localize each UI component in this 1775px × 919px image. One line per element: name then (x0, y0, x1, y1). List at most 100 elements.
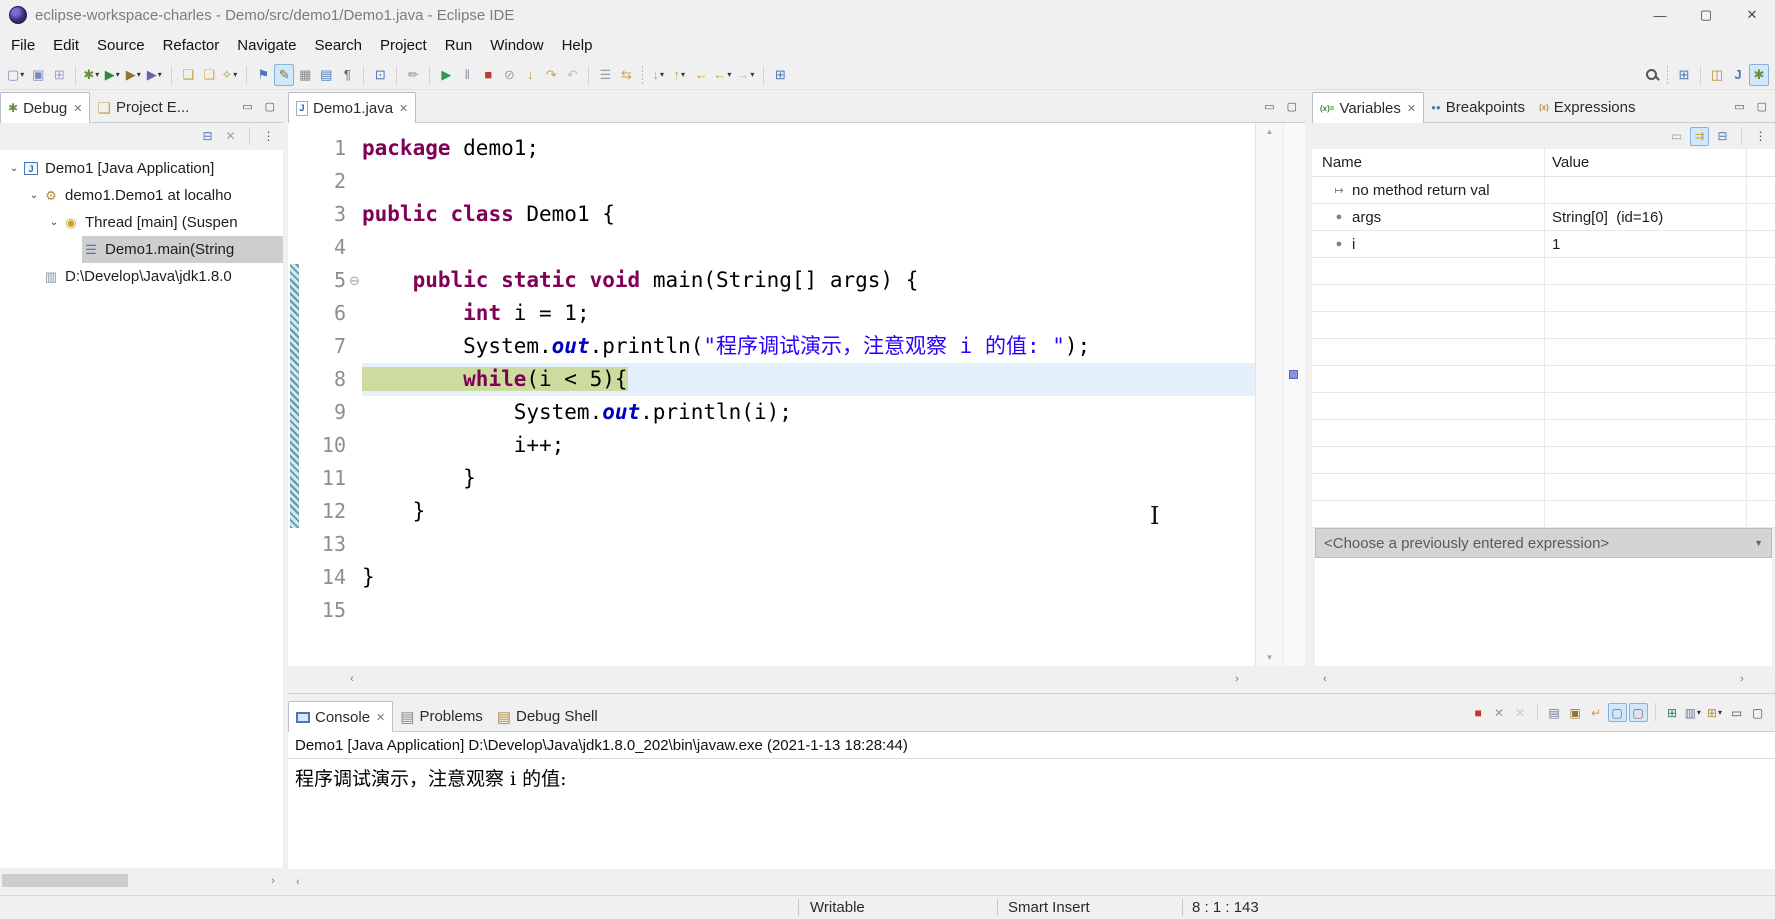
variables-tab-variables[interactable]: (x)= Variables ✕ (1312, 92, 1425, 123)
column-header-value[interactable]: Value (1545, 149, 1747, 176)
scroll-right-arrow[interactable]: › (1732, 673, 1752, 685)
dropdown-arrow-icon[interactable]: ▾ (137, 70, 141, 79)
column-header-name[interactable]: Name (1312, 149, 1545, 176)
dropdown-arrow-icon[interactable]: ▾ (20, 70, 24, 79)
menu-file[interactable]: File (2, 37, 44, 54)
variables-row[interactable] (1312, 258, 1775, 285)
maximize-button[interactable]: ▢ (1748, 703, 1767, 722)
view-menu-button[interactable]: ⋮ (259, 127, 278, 146)
open-type-button[interactable]: ❏ (178, 64, 198, 86)
open-resource-button[interactable]: ❏ (199, 64, 219, 86)
code-line[interactable]: 14} (288, 561, 1305, 594)
show-stderr-button[interactable]: ▢ (1628, 703, 1648, 722)
minimize-button[interactable]: ▭ (1727, 703, 1746, 722)
resume-button[interactable]: ▶ (436, 64, 456, 86)
menu-run[interactable]: Run (436, 37, 482, 54)
code-line[interactable]: 2 (288, 165, 1305, 198)
perspective-java-button[interactable]: J (1728, 64, 1748, 86)
scrollbar-thumb[interactable] (2, 874, 128, 887)
code-line[interactable]: 15 (288, 594, 1305, 627)
minimize-view-button[interactable]: ▭ (242, 100, 252, 113)
debug-horizontal-scrollbar[interactable]: › (0, 868, 283, 893)
variables-row[interactable] (1312, 366, 1775, 393)
coverage-button[interactable]: ▶ ▾ (124, 64, 144, 86)
menu-source[interactable]: Source (88, 37, 154, 54)
step-filters-button[interactable]: ⇆ (616, 64, 636, 86)
code-line[interactable]: 9 System.out.println(i); (288, 396, 1305, 429)
code-line[interactable]: ►8 while(i < 5){ (288, 363, 1305, 396)
dropdown-arrow-icon[interactable]: ▾ (1718, 708, 1722, 717)
console-horizontal-scrollbar[interactable]: ‹ (288, 869, 1775, 894)
display-console-button[interactable]: ▥ ▾ (1684, 703, 1704, 722)
variable-detail-pane[interactable] (1315, 558, 1772, 666)
code-line[interactable]: 4 (288, 231, 1305, 264)
scroll-lock-button[interactable]: ▣ (1566, 703, 1585, 722)
expression-chooser[interactable]: <Choose a previously entered expression>… (1315, 528, 1772, 558)
menu-search[interactable]: Search (305, 37, 371, 54)
minimize-view-button[interactable]: ▭ (1734, 100, 1744, 113)
debug-tab-debug[interactable]: ✱ Debug ✕ (0, 92, 91, 123)
new-java-project-button[interactable]: ⚑ (253, 64, 273, 86)
code-editor[interactable]: 1 package demo1; 2 3 public class Demo1 {4 5 ⊖… (288, 123, 1305, 666)
new-wizard-button[interactable]: ▢ ▾ (6, 64, 27, 86)
console-tab-debug-shell[interactable]: ▤ Debug Shell (490, 702, 605, 731)
variables-row[interactable] (1312, 474, 1775, 501)
variables-row[interactable] (1312, 447, 1775, 474)
pin-console-button[interactable]: ⊞ (1663, 703, 1682, 722)
chevron-down-icon[interactable]: ▼ (1754, 538, 1763, 548)
tree-expand-arrow-icon[interactable]: ⌄ (6, 163, 22, 174)
scroll-right-arrow[interactable]: › (263, 875, 283, 887)
view-menu-button[interactable]: ⋮ (1751, 127, 1770, 146)
variables-row[interactable] (1312, 420, 1775, 447)
scroll-up-arrow[interactable]: ▲ (1266, 127, 1274, 136)
close-icon[interactable]: ✕ (376, 711, 385, 724)
window-close-button[interactable]: ✕ (1729, 0, 1775, 30)
variables-tab-expressions[interactable]: (x) Expressions (1532, 93, 1642, 122)
close-icon[interactable]: ✕ (73, 102, 82, 115)
perspective-debug-button[interactable]: ✱ (1749, 63, 1769, 86)
window-minimize-button[interactable]: — (1637, 0, 1683, 30)
remove-all-terminated-button[interactable]: ✕ (221, 127, 240, 146)
show-logical-structures-button[interactable]: ⇉ (1690, 126, 1709, 146)
dropdown-arrow-icon[interactable]: ▾ (158, 70, 162, 79)
step-return-button[interactable]: ↶ (562, 64, 582, 86)
step-over-button[interactable]: ↷ (541, 64, 561, 86)
forward-button[interactable]: → ▾ (735, 64, 757, 86)
menu-help[interactable]: Help (553, 37, 602, 54)
tree-expand-arrow-icon[interactable]: ⌄ (46, 217, 62, 228)
save-all-button[interactable]: ⊞ (49, 64, 69, 86)
code-line[interactable]: 10 i++; (288, 429, 1305, 462)
run-button[interactable]: ▶ ▾ (103, 64, 123, 86)
terminate-button[interactable]: ■ (478, 64, 498, 86)
show-stdout-button[interactable]: ▢ (1607, 703, 1627, 722)
dropdown-arrow-icon[interactable]: ▾ (660, 70, 664, 79)
maximize-view-button[interactable]: ▢ (1287, 100, 1297, 113)
last-edit-button[interactable]: ← (691, 64, 711, 86)
open-perspective-button[interactable]: ⊞ (1674, 64, 1694, 86)
dropdown-arrow-icon[interactable]: ▾ (750, 70, 754, 79)
scroll-left-arrow[interactable]: ‹ (1315, 673, 1335, 685)
back-button[interactable]: ← ▾ (712, 64, 734, 86)
open-console-button[interactable]: ⊞ ▾ (1706, 703, 1725, 722)
variables-row[interactable] (1312, 285, 1775, 312)
variables-horizontal-scrollbar[interactable]: ‹ › (1315, 666, 1752, 691)
perspective-javaee-button[interactable]: ◫ (1707, 64, 1727, 86)
last-edit-location-button[interactable]: ✏ (403, 64, 423, 86)
mark-occurrences-button[interactable]: ✎ (274, 63, 295, 86)
remove-launch-button[interactable]: ✕ (1490, 703, 1509, 722)
console-tab-console[interactable]: Console ✕ (288, 701, 394, 732)
current-line-marker[interactable] (1289, 370, 1298, 379)
maximize-view-button[interactable]: ▢ (265, 100, 275, 113)
menu-edit[interactable]: Edit (44, 37, 88, 54)
search-button[interactable] (1641, 64, 1661, 86)
debug-tree-item[interactable]: ⌄ ⚙ demo1.Demo1 at localho (0, 182, 283, 209)
save-button[interactable]: ▣ (28, 64, 48, 86)
search-dialog-button[interactable]: ✧ ▾ (220, 64, 240, 86)
new-class-button[interactable]: ▦ (295, 64, 315, 86)
open-task-button[interactable]: ▤ (316, 64, 336, 86)
collapse-all-button[interactable]: ⊟ (1713, 127, 1732, 146)
word-wrap-button[interactable]: ↵ (1587, 703, 1606, 722)
step-into-button[interactable]: ↓ (520, 64, 540, 86)
console-tab-problems[interactable]: ▤ Problems (393, 702, 490, 731)
next-annotation-button[interactable]: ↓ ▾ (649, 64, 669, 86)
